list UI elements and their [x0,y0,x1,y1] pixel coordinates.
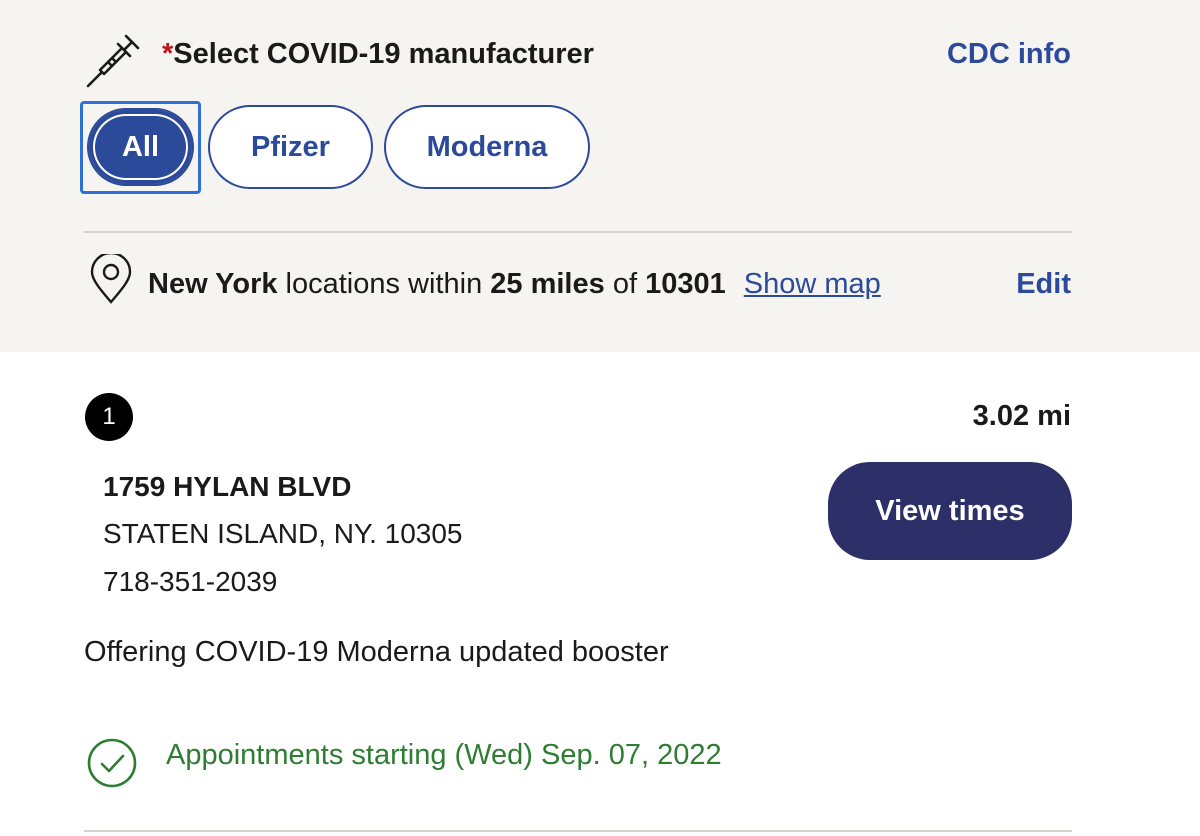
phone-number[interactable]: 718-351-2039 [103,566,277,598]
location-zip: 10301 [645,268,726,300]
cdc-info-link[interactable]: CDC info [947,38,1071,71]
appointment-availability: Appointments starting (Wed) Sep. 07, 202… [166,739,722,771]
view-times-button[interactable]: View times [828,462,1072,560]
location-text-of: of [612,268,637,300]
filter-pfizer-button[interactable]: Pfizer [208,105,373,189]
location-summary: New York locations within 25 miles of 10… [148,268,881,301]
result-index-badge: 1 [85,393,133,441]
offering-text: Offering COVID-19 Moderna updated booste… [84,636,669,668]
result-distance: 3.02 mi [972,400,1071,432]
location-radius: 25 miles [490,268,605,300]
location-city: New York [148,268,278,300]
address-line1: 1759 HYLAN BLVD [103,471,352,502]
filter-moderna-button[interactable]: Moderna [384,105,590,189]
location-text-within: locations within [285,268,483,300]
filter-panel: *Select COVID-19 manufacturer CDC info A… [0,0,1200,352]
filter-all-button[interactable]: All [87,108,194,186]
map-pin-icon [90,254,132,304]
divider [84,830,1072,832]
edit-location-link[interactable]: Edit [1016,268,1071,301]
manufacturer-title: Select COVID-19 manufacturer [173,38,594,70]
syringe-icon [86,34,140,88]
manufacturer-heading: *Select COVID-19 manufacturer [162,38,594,71]
check-circle-icon [87,738,137,788]
divider [84,231,1072,233]
address-line2: STATEN ISLAND, NY. 10305 [103,518,463,549]
required-marker: * [162,38,174,70]
show-map-link[interactable]: Show map [744,268,881,300]
